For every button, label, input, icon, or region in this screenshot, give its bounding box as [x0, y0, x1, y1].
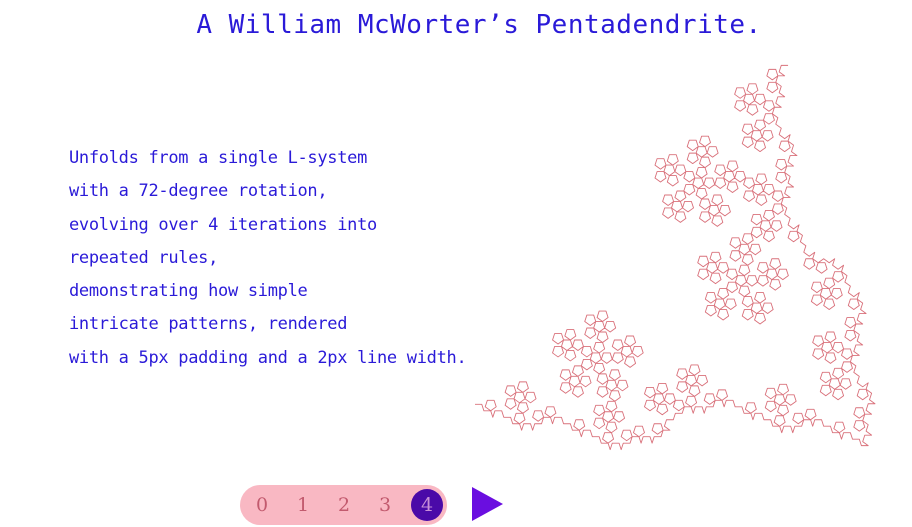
pentadendrite-curve — [475, 64, 876, 451]
iteration-button-2[interactable]: 2 — [328, 489, 360, 521]
page-title: A William McWorter’s Pentadendrite. — [196, 10, 762, 40]
iteration-button-0[interactable]: 0 — [246, 489, 278, 521]
description-line: Unfolds from a single L-system — [69, 148, 368, 168]
iteration-selector: 0 1 2 3 4 — [240, 485, 447, 525]
play-icon[interactable] — [472, 487, 503, 521]
description-line: intricate patterns, rendered — [69, 314, 348, 335]
description-line: with a 72-degree rotation, — [69, 181, 328, 202]
description-line: with a 5px padding and a 2px line width. — [69, 347, 467, 368]
iteration-button-3[interactable]: 3 — [369, 489, 401, 521]
iteration-button-1[interactable]: 1 — [287, 489, 319, 521]
pentadendrite-canvas — [475, 64, 876, 451]
description: Unfolds from a single L-system with a 72… — [69, 142, 467, 375]
description-line: evolving over 4 iterations into — [69, 214, 377, 235]
description-line: repeated rules, — [69, 247, 219, 268]
iteration-button-4[interactable]: 4 — [411, 489, 443, 521]
description-line: demonstrating how simple — [69, 281, 308, 302]
